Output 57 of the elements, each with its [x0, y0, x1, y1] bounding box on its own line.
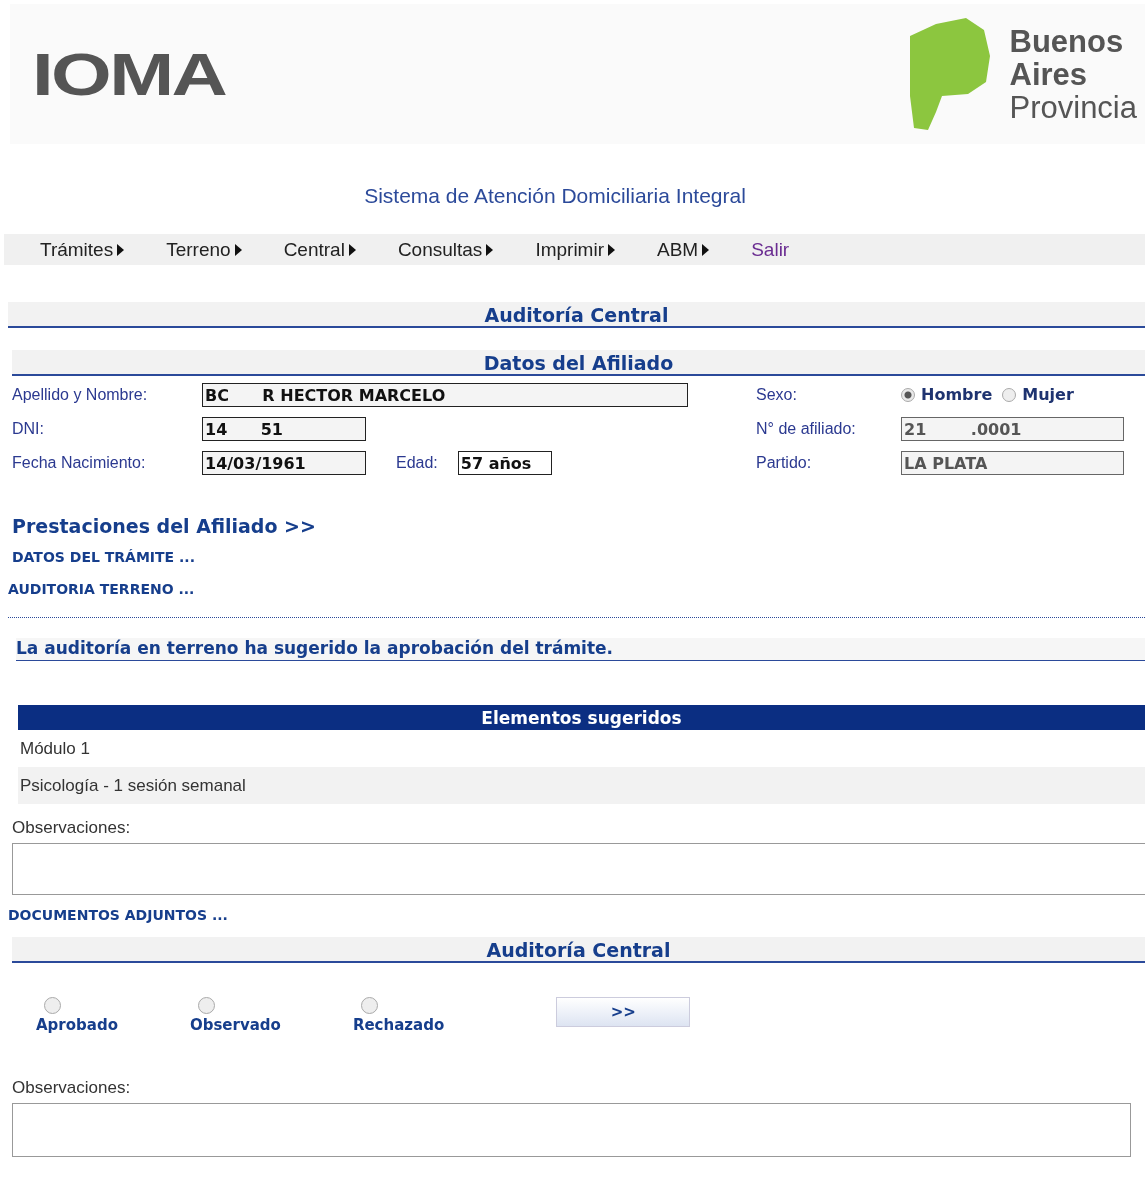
menu-item[interactable]: Salir	[751, 238, 790, 261]
field-label: Observaciones:	[12, 818, 132, 838]
caret-icon	[117, 243, 125, 256]
field-label: Fecha Nacimiento:	[12, 453, 147, 472]
field-label: DNI:	[12, 419, 45, 438]
radio-label: Observado	[189, 1016, 281, 1034]
caret-icon	[234, 243, 242, 256]
table-cell-text: Módulo 1	[19, 738, 91, 760]
submit-button[interactable]: >>	[556, 997, 691, 1027]
menu-item[interactable]: Imprimir	[535, 238, 615, 261]
section-header: Auditoría Central	[8, 302, 1145, 328]
radio-label: Rechazado	[352, 1016, 445, 1034]
name-field[interactable]: BC R HECTOR MARCELO	[202, 382, 688, 407]
caret-icon	[702, 243, 710, 256]
menu-item[interactable]: Consultas	[397, 238, 494, 261]
observations-field[interactable]	[12, 1103, 1131, 1157]
menu-item[interactable]: Trámites	[40, 238, 125, 261]
radio-label: Aprobado	[36, 1016, 118, 1034]
caret-icon	[608, 243, 615, 256]
district-field[interactable]: LA PLATA	[901, 450, 1124, 475]
section-header: Datos del Afiliado	[12, 350, 1145, 376]
procedure-link[interactable]: DATOS DEL TRÁMITE ...	[12, 549, 1145, 565]
radio-button[interactable]	[1002, 387, 1017, 402]
menu-item[interactable]: Central	[283, 238, 356, 261]
caret-icon	[348, 243, 356, 256]
menu-item[interactable]: ABM	[657, 238, 710, 261]
province-logo-text: Buenos	[1009, 24, 1125, 58]
radio-button[interactable]	[44, 997, 61, 1014]
benefits-link[interactable]: Prestaciones del Afiliado >>	[12, 515, 1145, 537]
radio-label: Hombre	[921, 385, 993, 404]
table-header: Elementos sugeridos	[18, 705, 1145, 730]
table-cell: Psicología - 1 sesión semanal	[18, 767, 1145, 804]
dni-field[interactable]: 14 51	[202, 416, 366, 441]
menu-item[interactable]: Terreno	[166, 238, 242, 261]
radio-button[interactable]	[197, 997, 215, 1014]
province-logo-text: Provincia	[1009, 90, 1137, 124]
system-title: Sistema de Atención Domiciliaria Integral	[363, 184, 747, 208]
field-audit-link[interactable]: AUDITORIA TERRENO ...	[8, 581, 1145, 597]
section-header: Auditoría Central	[12, 937, 1145, 963]
radio-label: Mujer	[1022, 385, 1074, 404]
ioma-logo: IOMA	[32, 39, 226, 109]
birth-date-field[interactable]: 14/03/1961	[202, 450, 366, 475]
radio-button[interactable]	[360, 997, 378, 1014]
field-label: Observaciones:	[12, 1078, 132, 1098]
audit-message: La auditoría en terreno ha sugerido la aprobación del trámite.	[16, 638, 1145, 661]
observations-field[interactable]	[12, 843, 1145, 895]
radio-button[interactable]	[901, 387, 915, 402]
member-number-field[interactable]: 21 .0001	[901, 416, 1124, 441]
field-label: Sexo:	[756, 385, 798, 404]
field-label: Partido:	[756, 453, 813, 472]
caret-icon	[486, 243, 494, 256]
field-label: N° de afiliado:	[756, 419, 857, 438]
age-field[interactable]: 57 años	[457, 450, 552, 475]
documents-link[interactable]: DOCUMENTOS ADJUNTOS ...	[8, 907, 1145, 923]
field-label: Edad:	[396, 453, 438, 472]
field-label: Apellido y Nombre:	[12, 385, 149, 404]
province-logo-text: Aires	[1009, 57, 1089, 91]
